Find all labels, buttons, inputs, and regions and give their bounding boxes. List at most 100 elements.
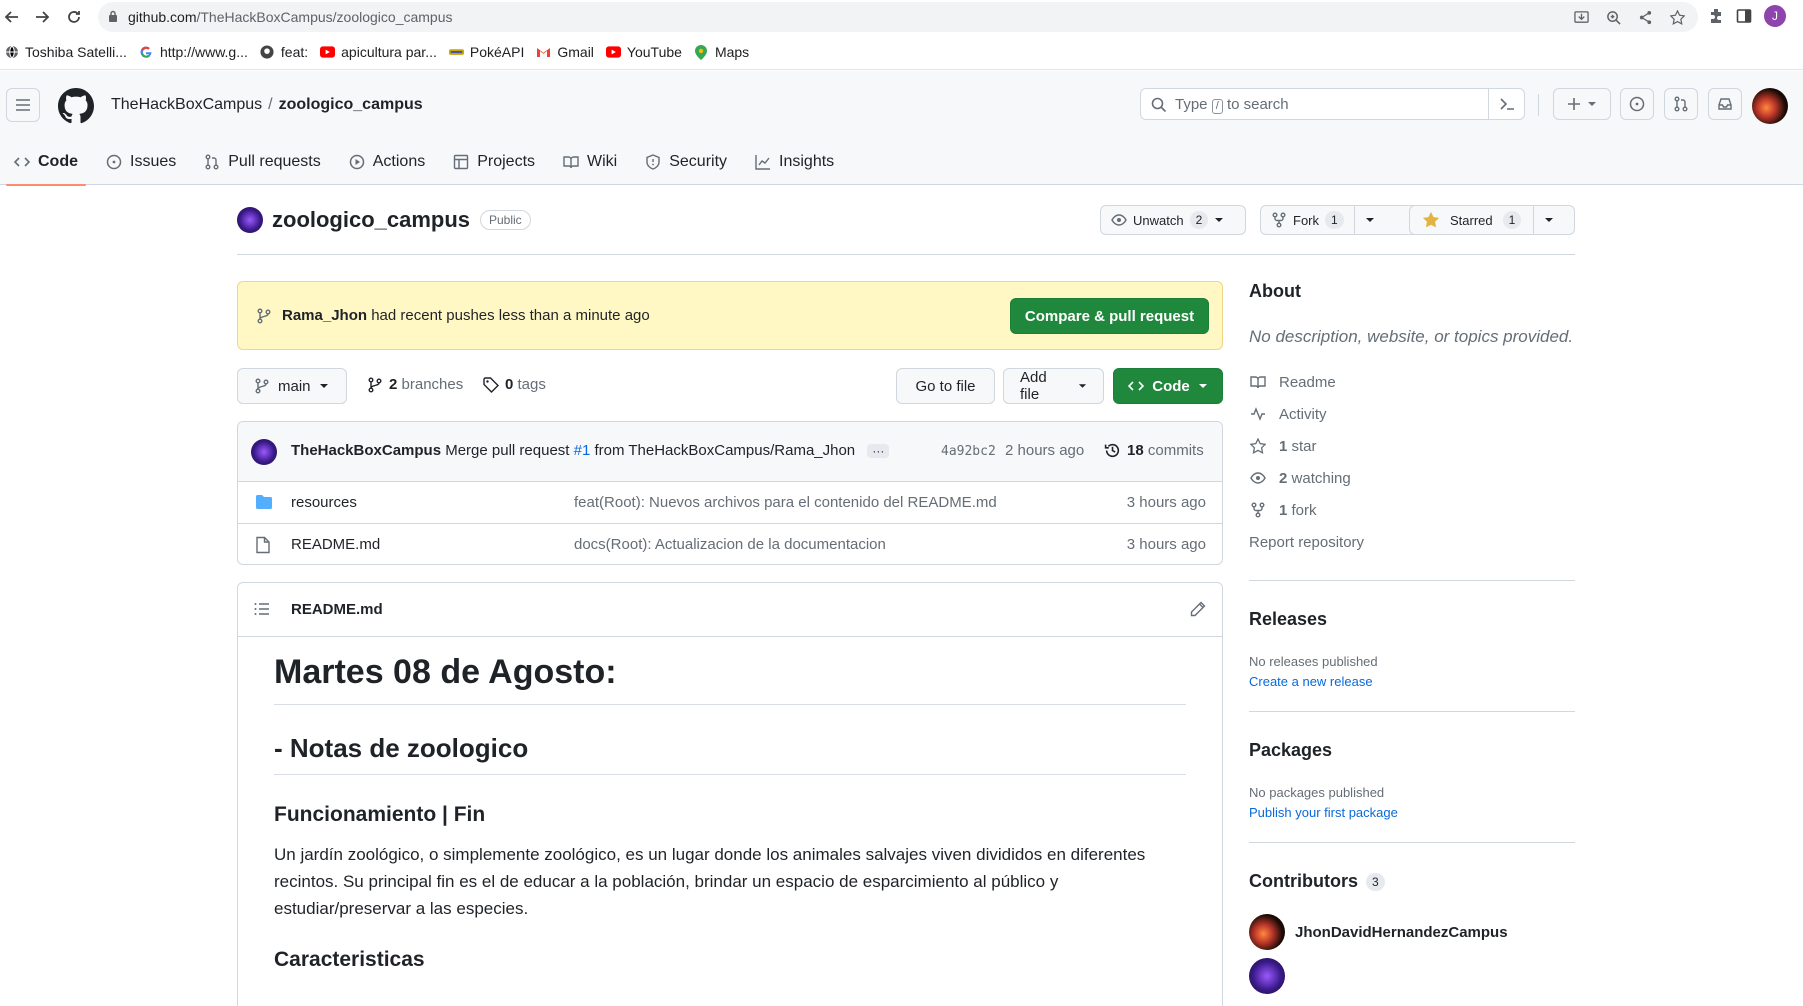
google-icon <box>139 45 154 60</box>
file-name[interactable]: resources <box>291 494 357 511</box>
issues-button[interactable] <box>1620 88 1654 120</box>
readme-link[interactable]: Readme <box>1249 366 1575 398</box>
share-icon[interactable] <box>1636 8 1654 26</box>
publish-package-link[interactable]: Publish your first package <box>1249 805 1575 820</box>
user-avatar[interactable] <box>1752 88 1788 124</box>
tab-wiki[interactable]: Wiki <box>549 139 631 185</box>
contributors-title[interactable]: Contributors <box>1249 871 1358 892</box>
report-repository-link[interactable]: Report repository <box>1249 526 1575 558</box>
tab-actions[interactable]: Actions <box>335 139 439 185</box>
fork-icon <box>1272 212 1286 228</box>
bookmark-feat[interactable]: feat: <box>256 44 316 60</box>
pull-requests-button[interactable] <box>1664 88 1698 120</box>
watch-count: 2 <box>1189 211 1209 229</box>
back-icon[interactable] <box>0 5 24 29</box>
tab-code[interactable]: Code <box>0 139 92 186</box>
commit-author[interactable]: TheHackBoxCampus <box>291 442 441 459</box>
tab-issues[interactable]: Issues <box>92 139 190 185</box>
file-time: 3 hours ago <box>1126 494 1206 511</box>
forward-icon[interactable] <box>30 5 54 29</box>
file-row[interactable]: README.md docs(Root): Actualizacion de l… <box>238 523 1222 564</box>
star-dropdown[interactable] <box>1533 206 1564 234</box>
watching-link[interactable]: 2 watching <box>1249 462 1575 494</box>
tags-link[interactable]: 0 tags <box>483 376 546 393</box>
branches-link[interactable]: 2 branches <box>367 376 463 393</box>
bookmark-pokeapi[interactable]: PokéAPI <box>445 44 532 60</box>
starred-button[interactable]: Starred 1 <box>1409 205 1575 235</box>
tab-pull-requests[interactable]: Pull requests <box>190 139 335 185</box>
bookmark-gmail[interactable]: Gmail <box>532 44 602 60</box>
branch-icon <box>255 378 269 394</box>
tab-projects[interactable]: Projects <box>439 139 549 185</box>
bookmark-google[interactable]: http://www.g... <box>135 44 256 60</box>
caret-down-icon <box>1215 218 1224 222</box>
contributor-item[interactable]: JhonDavidHernandezCampus <box>1249 914 1575 950</box>
branch-selector[interactable]: main <box>237 368 347 404</box>
breadcrumb: TheHackBoxCampus / zoologico_campus <box>111 96 423 113</box>
expand-commit-button[interactable]: ··· <box>867 444 890 459</box>
file-name[interactable]: README.md <box>291 536 380 553</box>
bookmark-maps[interactable]: Maps <box>690 44 757 60</box>
stars-link[interactable]: 1 star <box>1249 430 1575 462</box>
go-to-file-button[interactable]: Go to file <box>896 368 995 404</box>
pencil-icon[interactable] <box>1190 601 1206 617</box>
readme-title[interactable]: README.md <box>291 601 383 618</box>
repo-name[interactable]: zoologico_campus <box>272 207 470 233</box>
graph-icon <box>755 154 771 170</box>
repo-link[interactable]: zoologico_campus <box>279 96 423 113</box>
bookmark-toshiba[interactable]: Toshiba Satelli... <box>0 44 135 60</box>
packages-title[interactable]: Packages <box>1249 740 1575 761</box>
commits-link[interactable]: 18 commits <box>1104 442 1204 459</box>
activity-link[interactable]: Activity <box>1249 398 1575 430</box>
bookmark-youtube[interactable]: YouTube <box>602 44 690 60</box>
compare-pull-request-button[interactable]: Compare & pull request <box>1010 298 1209 334</box>
commit-sha[interactable]: 4a92bc2 <box>941 444 996 459</box>
github-logo[interactable] <box>58 88 94 124</box>
search-input[interactable]: Type / to search <box>1140 88 1525 120</box>
bookmark-apicultura[interactable]: apicultura par... <box>316 44 445 60</box>
eye-icon <box>1111 214 1127 226</box>
create-release-link[interactable]: Create a new release <box>1249 674 1575 689</box>
latest-commit-row: TheHackBoxCampus Merge pull request #1 f… <box>238 422 1222 482</box>
profile-avatar[interactable]: J <box>1764 5 1786 27</box>
owner-link[interactable]: TheHackBoxCampus <box>111 96 262 113</box>
banner-text: Rama_Jhon had recent pushes less than a … <box>282 307 650 324</box>
contributor-item[interactable] <box>1249 958 1575 994</box>
extensions-icon[interactable] <box>1708 8 1724 24</box>
forks-link[interactable]: 1 fork <box>1249 494 1575 526</box>
inbox-button[interactable] <box>1708 88 1742 120</box>
star-bookmark-icon[interactable] <box>1668 8 1686 26</box>
file-commit-message[interactable]: feat(Root): Nuevos archivos para el cont… <box>574 494 997 511</box>
side-panel-icon[interactable] <box>1736 8 1752 24</box>
install-icon[interactable] <box>1572 8 1590 26</box>
file-row[interactable]: resources feat(Root): Nuevos archivos pa… <box>238 482 1222 523</box>
create-new-button[interactable] <box>1553 88 1611 120</box>
unwatch-button[interactable]: Unwatch 2 <box>1100 205 1246 235</box>
tab-insights[interactable]: Insights <box>741 139 848 185</box>
code-dropdown-button[interactable]: Code <box>1113 368 1223 404</box>
caret-down-icon <box>1078 384 1087 388</box>
owner-avatar[interactable] <box>237 207 263 233</box>
divider <box>1249 842 1575 843</box>
file-commit-message[interactable]: docs(Root): Actualizacion de la document… <box>574 536 886 553</box>
tab-security[interactable]: Security <box>631 139 741 185</box>
zoom-icon[interactable] <box>1604 8 1622 26</box>
list-icon[interactable] <box>254 602 270 616</box>
divider <box>1249 711 1575 712</box>
address-bar[interactable]: github.com/TheHackBoxCampus/zoologico_ca… <box>98 2 1698 32</box>
pokeapi-icon <box>448 45 464 60</box>
file-time: 3 hours ago <box>1126 536 1206 553</box>
fork-dropdown[interactable] <box>1353 206 1385 234</box>
add-file-button[interactable]: Add file <box>1003 368 1104 404</box>
pr-link[interactable]: #1 <box>574 442 591 459</box>
releases-title[interactable]: Releases <box>1249 609 1575 630</box>
search-placeholder: Type / to search <box>1175 96 1289 114</box>
command-palette-icon[interactable] <box>1488 89 1524 119</box>
star-icon <box>1249 437 1267 455</box>
fork-button[interactable]: Fork 1 <box>1260 205 1427 235</box>
youtube-icon <box>320 45 336 60</box>
commit-author-avatar[interactable] <box>251 439 277 465</box>
menu-button[interactable] <box>6 88 40 122</box>
caret-down-icon <box>1588 102 1596 106</box>
reload-icon[interactable] <box>62 5 86 29</box>
